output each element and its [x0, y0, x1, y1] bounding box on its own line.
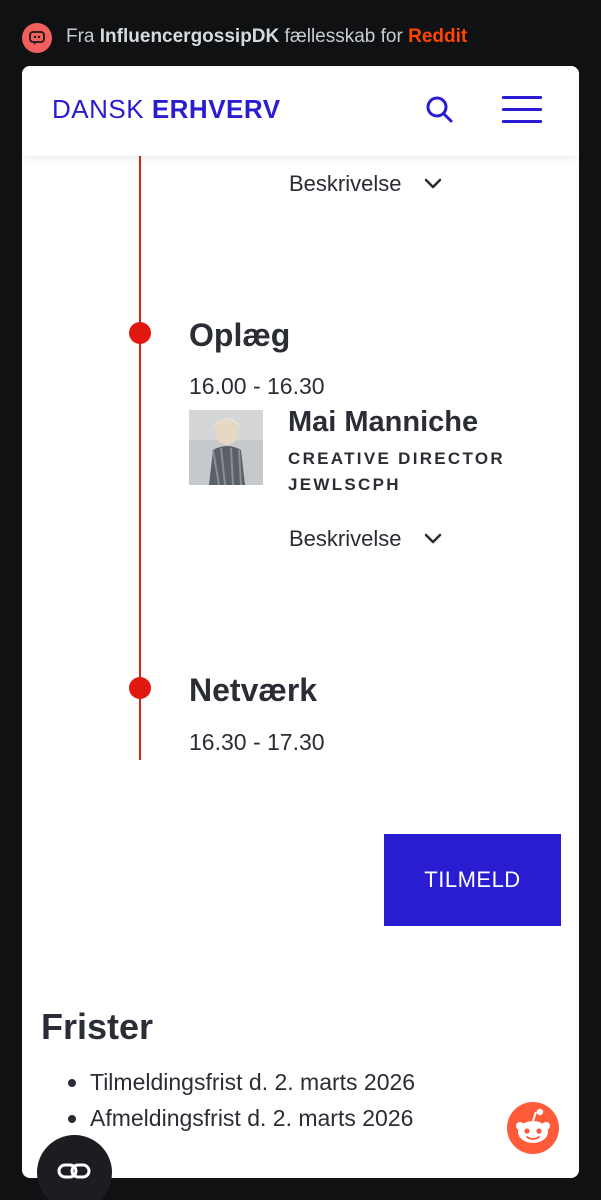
description-label: Beskrivelse [289, 171, 402, 196]
speaker-name: Mai Manniche [288, 406, 479, 438]
session-title: Oplæg [189, 317, 291, 353]
list-item: Tilmeldingsfrist d. 2. marts 2026 [68, 1064, 415, 1100]
session-title: Netværk [189, 672, 318, 708]
reddit-snoo-button[interactable] [507, 1102, 559, 1154]
hamburger-menu-button[interactable] [502, 93, 542, 127]
site-header: DANSK ERHVERV [22, 66, 579, 156]
chevron-down-icon [425, 533, 442, 544]
speaker-role: CREATIVE DIRECTOR JEWLSCPH [288, 449, 505, 494]
session-time: 16.30 - 17.30 [189, 729, 325, 755]
speaker-photo [189, 410, 263, 485]
description-toggle-oplaeg[interactable]: Beskrivelse [289, 524, 443, 554]
tilmeld-button[interactable]: TILMELD [384, 834, 561, 926]
timeline-dot [129, 677, 151, 699]
hamburger-menu-icon [502, 96, 542, 99]
timeline-dot [129, 322, 151, 344]
frister-list: Tilmeldingsfrist d. 2. marts 2026 Afmeld… [68, 1064, 415, 1136]
menu-bar-middle [502, 108, 542, 111]
logo-text-bold: ERHVERV [151, 94, 281, 124]
embedded-page-card: DANSK ERHVERV Beskrivelse Oplæg 16.00 - … [22, 66, 579, 1178]
reddit-source-banner: Fra InfluencergossipDK fællesskab for Re… [0, 0, 601, 70]
session-time: 16.00 - 16.30 [189, 373, 325, 399]
source-middle: fællesskab for [284, 26, 403, 47]
logo-text-light: DANSK [52, 94, 145, 124]
source-text[interactable]: Fra InfluencergossipDK fællesskab for Re… [66, 26, 467, 48]
community-name[interactable]: InfluencergossipDK [100, 26, 279, 47]
chevron-down-icon [425, 178, 442, 189]
description-toggle-previous[interactable]: Beskrivelse [289, 169, 443, 199]
source-prefix: Fra [66, 26, 95, 47]
reddit-snoo-icon [516, 1108, 550, 1143]
link-icon [57, 1163, 91, 1179]
timeline-line [139, 156, 141, 760]
community-icon [22, 23, 52, 53]
search-button[interactable] [422, 92, 458, 128]
floating-action-button[interactable] [37, 1135, 112, 1200]
site-logo[interactable]: DANSK ERHVERV [52, 94, 281, 125]
description-label: Beskrivelse [289, 526, 402, 551]
platform-name[interactable]: Reddit [408, 26, 467, 47]
list-item: Afmeldingsfrist d. 2. marts 2026 [68, 1100, 415, 1136]
search-icon [426, 96, 453, 123]
menu-bar-bottom [502, 120, 542, 123]
frister-heading: Frister [41, 1006, 154, 1047]
